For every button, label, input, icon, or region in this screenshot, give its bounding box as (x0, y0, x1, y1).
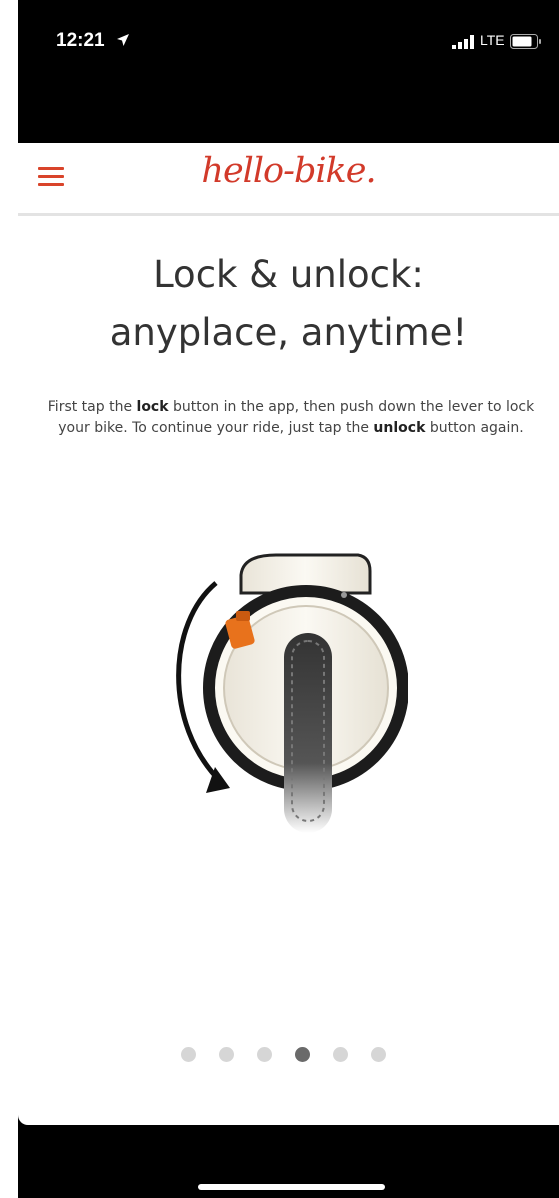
pagination-dot-active[interactable] (295, 1047, 310, 1062)
phone-screen: 12:21 LTE hello-bike. Lock & unlock: any… (18, 0, 559, 1198)
slide-title-line-2: anyplace, anytime! (109, 311, 468, 354)
signal-icon (452, 35, 474, 49)
top-navbar: hello-bike. (18, 143, 559, 216)
bike-ring-lock-illustration (176, 553, 408, 833)
pagination-dot[interactable] (257, 1047, 272, 1062)
location-arrow-icon (117, 34, 129, 46)
desc-bold-unlock: unlock (373, 420, 426, 436)
app-content: hello-bike. Lock & unlock: anyplace, any… (18, 143, 559, 1125)
status-bar: 12:21 LTE (18, 0, 559, 143)
pagination-dot[interactable] (219, 1047, 234, 1062)
home-indicator[interactable] (198, 1184, 385, 1190)
slide-title-line-1: Lock & unlock: (153, 253, 424, 296)
carrier-label: LTE (480, 32, 505, 48)
slide-description: First tap the lock button in the app, th… (46, 397, 536, 439)
battery-icon (510, 34, 541, 49)
pagination-dot[interactable] (371, 1047, 386, 1062)
desc-text: First tap the (47, 399, 137, 415)
pagination-dot[interactable] (333, 1047, 348, 1062)
desc-bold-lock: lock (136, 399, 169, 415)
pagination-dot[interactable] (181, 1047, 196, 1062)
slide-title: Lock & unlock: anyplace, anytime! (18, 246, 559, 362)
status-time: 12:21 (56, 30, 105, 51)
desc-text: button again. (425, 420, 524, 436)
brand-logo[interactable]: hello-bike. (18, 151, 559, 191)
pagination-dots (181, 1047, 411, 1065)
